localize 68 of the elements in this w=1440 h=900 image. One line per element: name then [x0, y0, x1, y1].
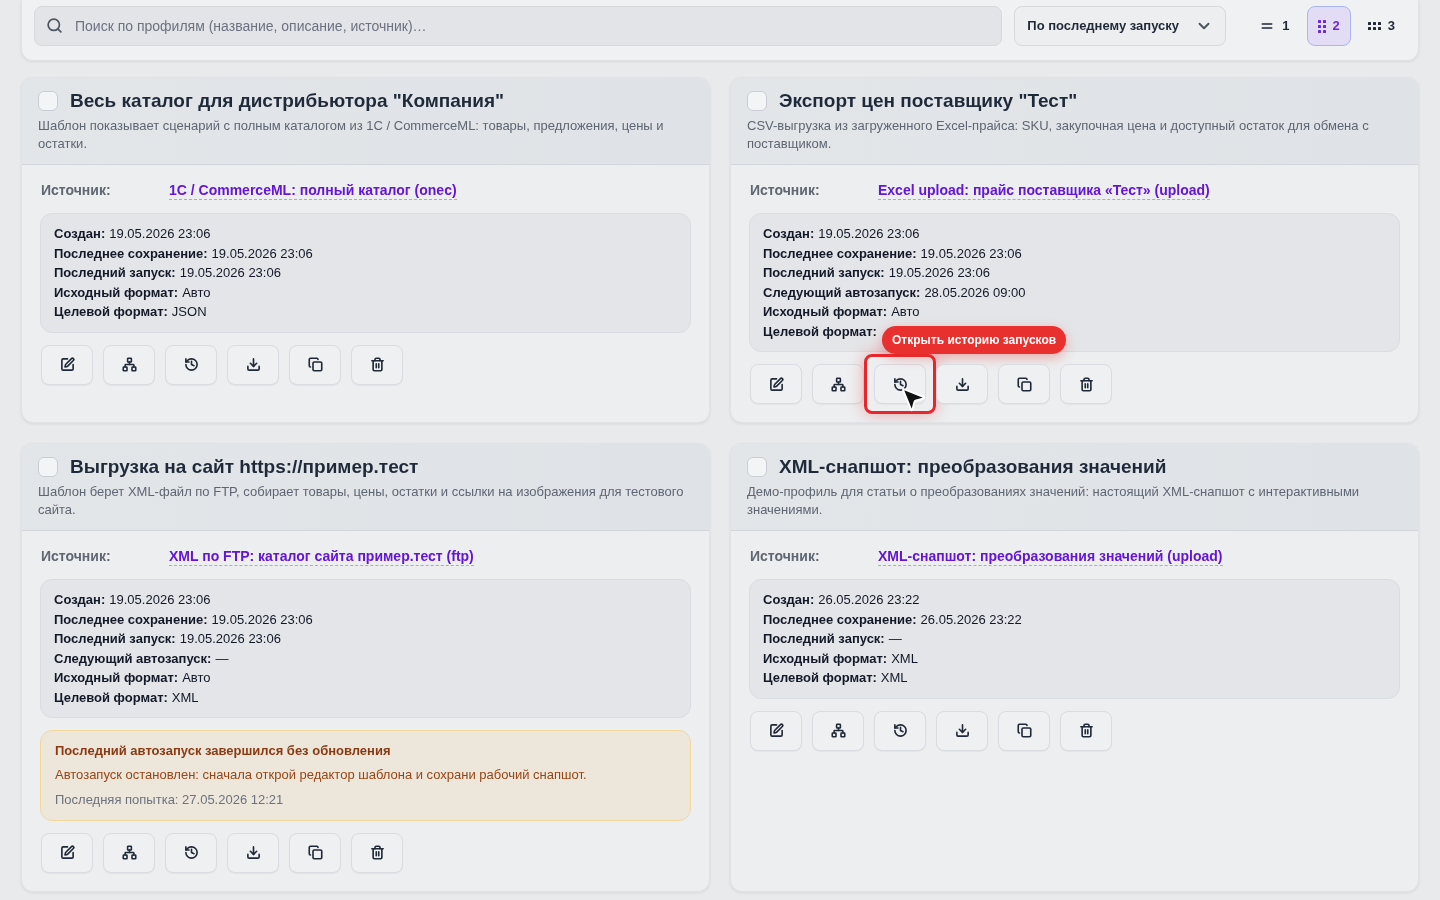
meta-label: Следующий автозапуск:: [763, 283, 921, 302]
source-link[interactable]: XML-снапшот: преобразования значений (upload): [878, 547, 1223, 566]
meta-value: Авто: [182, 669, 211, 687]
meta-value: 19.05.2026 23:06: [818, 225, 920, 243]
meta-label: Целевой формат:: [54, 303, 168, 321]
meta-value: 19.05.2026 23:06: [211, 610, 313, 629]
meta-label: Создан:: [54, 225, 106, 243]
card-title: Весь каталог для дистрибьютора "Компания": [70, 89, 505, 113]
source-label: Источник:: [750, 547, 821, 566]
meta-label: Создан:: [763, 225, 815, 243]
warning-message: Автозапуск остановлен: сначала открой редактор шаблона и сохрани рабочий снапшот.: [55, 765, 588, 784]
card-title: XML-снапшот: преобразования значений: [779, 455, 1167, 479]
card-title: Выгрузка на сайт https://пример.тест: [70, 455, 419, 479]
meta-label: Исходный формат:: [54, 669, 179, 687]
meta-value: 19.05.2026 23:06: [109, 591, 211, 609]
meta-value: XML: [171, 688, 199, 707]
card-title: Экспорт цен поставщику "Тест": [779, 89, 1078, 113]
meta-value: 26.05.2026 23:22: [920, 610, 1022, 629]
meta-label: Последний запуск:: [763, 264, 885, 282]
meta-label: Исходный формат:: [763, 649, 888, 668]
card-description: Шаблон берет XML-файл по FTP, собирает товары, цены, остатки и ссылки на изображения для тестового сайта.: [38, 483, 685, 519]
meta-value: 19.05.2026 23:06: [888, 264, 990, 282]
card-description: Демо-профиль для статьи о преобразованиях значений: настоящий XML-снапшот с интерактивными значениями.: [747, 483, 1361, 519]
warning-title: Последний автозапуск завершился без обновления: [55, 742, 392, 760]
view-toggle[interactable]: 3: [1356, 6, 1406, 46]
meta-label: Целевой формат:: [54, 688, 168, 707]
meta-label: Последний запуск:: [763, 630, 885, 648]
meta-label: Исходный формат:: [763, 303, 888, 321]
meta-value: 19.05.2026 23:06: [179, 630, 281, 648]
source-link[interactable]: 1С / CommerceML: полный каталог (onec): [169, 181, 457, 200]
source-label: Источник:: [750, 181, 821, 200]
meta-value: —: [888, 630, 902, 648]
last-attempt: Последняя попытка: 27.05.2026 12:21: [55, 791, 285, 809]
meta-value: XML: [880, 669, 908, 687]
meta-label: Последнее сохранение:: [54, 610, 208, 629]
card-description: Шаблон показывает сценарий с полным каталогом из 1С / CommerceML: товары, предложения, цены и остатки.: [38, 117, 665, 153]
source-link[interactable]: Excel upload: прайс поставщика «Тест» (upload): [878, 181, 1210, 200]
sort-dropdown[interactable]: По последнему запуску: [1014, 6, 1227, 46]
meta-value: JSON: [171, 303, 207, 321]
meta-label: Последнее сохранение:: [763, 244, 917, 263]
meta-label: Целевой формат:: [763, 322, 877, 341]
meta-label: Последний запуск:: [54, 264, 176, 282]
meta-label: Следующий автозапуск:: [54, 649, 212, 668]
meta-value: Авто: [891, 303, 920, 321]
source-link[interactable]: XML по FTP: каталог сайта пример.тест (ftp): [169, 547, 474, 566]
meta-value: —: [215, 649, 229, 668]
meta-label: Создан:: [763, 591, 815, 609]
meta-label: Целевой формат:: [763, 669, 877, 687]
meta-label: Последнее сохранение:: [763, 610, 917, 629]
meta-value: 26.05.2026 23:22: [818, 591, 920, 609]
meta-label: Исходный формат:: [54, 283, 179, 302]
meta-label: Создан:: [54, 591, 106, 609]
meta-value: 19.05.2026 23:06: [109, 225, 211, 243]
meta-value: 28.05.2026 09:00: [924, 283, 1026, 302]
tooltip: Открыть историю запусков: [882, 326, 1067, 354]
meta-value: 19.05.2026 23:06: [920, 244, 1022, 263]
card-description: CSV-выгрузка из загруженного Excel-прайса: SKU, закупочная цена и доступный остаток для обмена с поставщиком.: [747, 117, 1370, 153]
view-toggle[interactable]: 1: [1248, 6, 1301, 46]
meta-value: 19.05.2026 23:06: [211, 244, 313, 263]
meta-value: XML: [891, 649, 918, 668]
search-field[interactable]: Поиск по профилям (название, описание, источник)…: [34, 6, 1003, 46]
meta-label: Последнее сохранение:: [54, 244, 208, 263]
source-label: Источник:: [41, 547, 112, 566]
meta-value: 19.05.2026 23:06: [179, 264, 281, 282]
meta-value: Авто: [182, 283, 211, 302]
meta-label: Последний запуск:: [54, 630, 176, 648]
view-toggle[interactable]: 2: [1306, 6, 1351, 46]
source-label: Источник:: [41, 181, 112, 200]
